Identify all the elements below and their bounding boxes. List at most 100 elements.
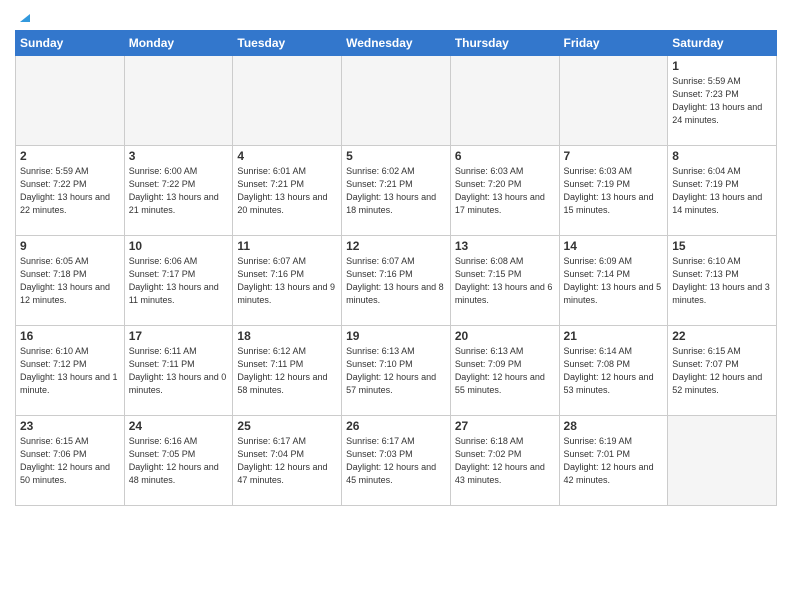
calendar-cell: 19Sunrise: 6:13 AMSunset: 7:10 PMDayligh…	[342, 326, 451, 416]
calendar-cell: 1 Sunrise: 5:59 AMSunset: 7:23 PMDaylight…	[668, 56, 777, 146]
day-info: Sunrise: 6:05 AMSunset: 7:18 PMDaylight:…	[20, 255, 120, 307]
day-number: 7	[564, 149, 664, 163]
day-number: 24	[129, 419, 229, 433]
day-number: 19	[346, 329, 446, 343]
day-number: 2	[20, 149, 120, 163]
calendar-cell	[16, 56, 125, 146]
calendar-cell: 6Sunrise: 6:03 AMSunset: 7:20 PMDaylight…	[450, 146, 559, 236]
calendar-cell: 23 Sunrise: 6:15 AMSunset: 7:06 PMDayligh…	[16, 416, 125, 506]
day-number: 22	[672, 329, 772, 343]
day-info: Sunrise: 6:17 AMSunset: 7:04 PMDaylight:…	[237, 435, 337, 487]
calendar-cell	[342, 56, 451, 146]
day-number: 3	[129, 149, 229, 163]
calendar-week-row: 2 Sunrise: 5:59 AMSunset: 7:22 PMDaylight…	[16, 146, 777, 236]
day-info: Sunrise: 6:15 AMSunset: 7:07 PMDaylight:…	[672, 345, 772, 397]
calendar-cell: 28 Sunrise: 6:19 AMSunset: 7:01 PMDayligh…	[559, 416, 668, 506]
col-header-friday: Friday	[559, 31, 668, 56]
calendar-cell: 27 Sunrise: 6:18 AMSunset: 7:02 PMDayligh…	[450, 416, 559, 506]
calendar-cell: 25 Sunrise: 6:17 AMSunset: 7:04 PMDayligh…	[233, 416, 342, 506]
calendar-cell: 3 Sunrise: 6:00 AMSunset: 7:22 PMDaylight…	[124, 146, 233, 236]
calendar-cell: 14 Sunrise: 6:09 AMSunset: 7:14 PMDayligh…	[559, 236, 668, 326]
day-info: Sunrise: 6:16 AMSunset: 7:05 PMDaylight:…	[129, 435, 229, 487]
calendar-cell: 15 Sunrise: 6:10 AMSunset: 7:13 PMDayligh…	[668, 236, 777, 326]
calendar-cell: 24 Sunrise: 6:16 AMSunset: 7:05 PMDayligh…	[124, 416, 233, 506]
calendar-cell	[233, 56, 342, 146]
day-number: 27	[455, 419, 555, 433]
calendar-cell: 4Sunrise: 6:01 AMSunset: 7:21 PMDaylight…	[233, 146, 342, 236]
col-header-thursday: Thursday	[450, 31, 559, 56]
calendar-week-row: 16Sunrise: 6:10 AMSunset: 7:12 PMDayligh…	[16, 326, 777, 416]
day-info: Sunrise: 6:15 AMSunset: 7:06 PMDaylight:…	[20, 435, 120, 487]
day-info: Sunrise: 5:59 AMSunset: 7:22 PMDaylight:…	[20, 165, 120, 217]
day-info: Sunrise: 6:06 AMSunset: 7:17 PMDaylight:…	[129, 255, 229, 307]
calendar-cell: 18 Sunrise: 6:12 AMSunset: 7:11 PMDayligh…	[233, 326, 342, 416]
day-info: Sunrise: 6:04 AMSunset: 7:19 PMDaylight:…	[672, 165, 772, 217]
calendar-cell	[450, 56, 559, 146]
calendar-cell: 12 Sunrise: 6:07 AMSunset: 7:16 PMDayligh…	[342, 236, 451, 326]
day-info: Sunrise: 6:07 AMSunset: 7:16 PMDaylight:…	[346, 255, 446, 307]
day-number: 13	[455, 239, 555, 253]
calendar-cell: 10 Sunrise: 6:06 AMSunset: 7:17 PMDayligh…	[124, 236, 233, 326]
day-info: Sunrise: 6:17 AMSunset: 7:03 PMDaylight:…	[346, 435, 446, 487]
calendar-week-row: 23 Sunrise: 6:15 AMSunset: 7:06 PMDayligh…	[16, 416, 777, 506]
logo	[15, 10, 32, 24]
day-info: Sunrise: 6:00 AMSunset: 7:22 PMDaylight:…	[129, 165, 229, 217]
day-number: 23	[20, 419, 120, 433]
calendar-cell: 17Sunrise: 6:11 AMSunset: 7:11 PMDayligh…	[124, 326, 233, 416]
calendar-header-row: SundayMondayTuesdayWednesdayThursdayFrid…	[16, 31, 777, 56]
day-number: 15	[672, 239, 772, 253]
day-number: 5	[346, 149, 446, 163]
calendar-cell: 21 Sunrise: 6:14 AMSunset: 7:08 PMDayligh…	[559, 326, 668, 416]
calendar-cell: 11 Sunrise: 6:07 AMSunset: 7:16 PMDayligh…	[233, 236, 342, 326]
col-header-tuesday: Tuesday	[233, 31, 342, 56]
page: SundayMondayTuesdayWednesdayThursdayFrid…	[0, 0, 792, 516]
calendar-cell: 20Sunrise: 6:13 AMSunset: 7:09 PMDayligh…	[450, 326, 559, 416]
day-info: Sunrise: 6:08 AMSunset: 7:15 PMDaylight:…	[455, 255, 555, 307]
day-info: Sunrise: 6:13 AMSunset: 7:09 PMDaylight:…	[455, 345, 555, 397]
day-number: 1	[672, 59, 772, 73]
calendar-cell: 5 Sunrise: 6:02 AMSunset: 7:21 PMDaylight…	[342, 146, 451, 236]
col-header-sunday: Sunday	[16, 31, 125, 56]
calendar: SundayMondayTuesdayWednesdayThursdayFrid…	[15, 30, 777, 506]
logo-text	[15, 10, 32, 24]
day-number: 17	[129, 329, 229, 343]
day-info: Sunrise: 6:09 AMSunset: 7:14 PMDaylight:…	[564, 255, 664, 307]
calendar-week-row: 1 Sunrise: 5:59 AMSunset: 7:23 PMDaylight…	[16, 56, 777, 146]
day-info: Sunrise: 6:14 AMSunset: 7:08 PMDaylight:…	[564, 345, 664, 397]
day-info: Sunrise: 6:03 AMSunset: 7:19 PMDaylight:…	[564, 165, 664, 217]
calendar-cell: 8Sunrise: 6:04 AMSunset: 7:19 PMDaylight…	[668, 146, 777, 236]
calendar-week-row: 9 Sunrise: 6:05 AMSunset: 7:18 PMDaylight…	[16, 236, 777, 326]
day-number: 25	[237, 419, 337, 433]
calendar-cell: 9 Sunrise: 6:05 AMSunset: 7:18 PMDaylight…	[16, 236, 125, 326]
day-info: Sunrise: 6:10 AMSunset: 7:13 PMDaylight:…	[672, 255, 772, 307]
col-header-wednesday: Wednesday	[342, 31, 451, 56]
day-number: 26	[346, 419, 446, 433]
day-number: 18	[237, 329, 337, 343]
day-info: Sunrise: 6:02 AMSunset: 7:21 PMDaylight:…	[346, 165, 446, 217]
col-header-saturday: Saturday	[668, 31, 777, 56]
calendar-cell: 22 Sunrise: 6:15 AMSunset: 7:07 PMDayligh…	[668, 326, 777, 416]
day-number: 4	[237, 149, 337, 163]
calendar-cell: 16Sunrise: 6:10 AMSunset: 7:12 PMDayligh…	[16, 326, 125, 416]
day-info: Sunrise: 6:10 AMSunset: 7:12 PMDaylight:…	[20, 345, 120, 397]
day-info: Sunrise: 5:59 AMSunset: 7:23 PMDaylight:…	[672, 75, 772, 127]
day-info: Sunrise: 6:18 AMSunset: 7:02 PMDaylight:…	[455, 435, 555, 487]
calendar-cell: 13 Sunrise: 6:08 AMSunset: 7:15 PMDayligh…	[450, 236, 559, 326]
day-number: 11	[237, 239, 337, 253]
day-number: 14	[564, 239, 664, 253]
calendar-cell	[668, 416, 777, 506]
calendar-cell: 2 Sunrise: 5:59 AMSunset: 7:22 PMDaylight…	[16, 146, 125, 236]
day-info: Sunrise: 6:03 AMSunset: 7:20 PMDaylight:…	[455, 165, 555, 217]
day-number: 9	[20, 239, 120, 253]
calendar-cell: 26 Sunrise: 6:17 AMSunset: 7:03 PMDayligh…	[342, 416, 451, 506]
calendar-cell	[124, 56, 233, 146]
day-number: 28	[564, 419, 664, 433]
day-number: 10	[129, 239, 229, 253]
day-number: 12	[346, 239, 446, 253]
day-info: Sunrise: 6:19 AMSunset: 7:01 PMDaylight:…	[564, 435, 664, 487]
day-number: 21	[564, 329, 664, 343]
day-info: Sunrise: 6:12 AMSunset: 7:11 PMDaylight:…	[237, 345, 337, 397]
logo-icon	[16, 8, 32, 24]
col-header-monday: Monday	[124, 31, 233, 56]
day-info: Sunrise: 6:07 AMSunset: 7:16 PMDaylight:…	[237, 255, 337, 307]
